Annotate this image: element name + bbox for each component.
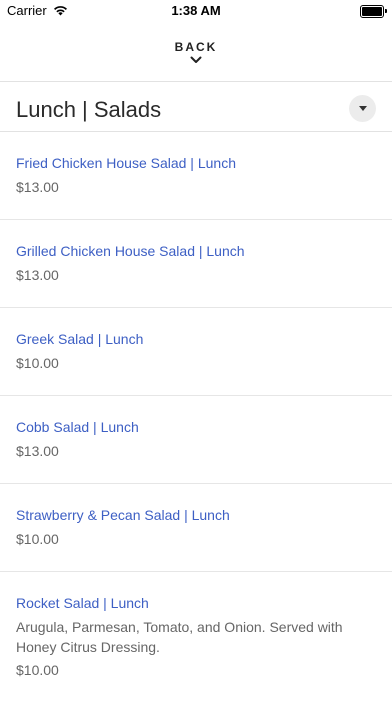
chevron-down-icon — [190, 56, 202, 63]
item-description: Arugula, Parmesan, Tomato, and Onion. Se… — [16, 619, 343, 655]
item-name: Greek Salad | Lunch — [16, 331, 144, 347]
menu-item[interactable]: Greek Salad | Lunch $10.00 — [0, 308, 392, 396]
menu-item[interactable]: Fried Chicken House Salad | Lunch $13.00 — [0, 132, 392, 220]
section-dropdown-button[interactable] — [349, 95, 376, 122]
status-time: 1:38 AM — [171, 3, 221, 18]
menu-list: Fried Chicken House Salad | Lunch $13.00… — [0, 132, 392, 712]
section-header: Lunch | Salads — [16, 90, 376, 130]
back-label: BACK — [174, 40, 218, 54]
menu-item[interactable]: Rocket Salad | Lunch Arugula, Parmesan, … — [0, 572, 392, 712]
section-title: Lunch | Salads — [16, 97, 162, 122]
item-price: $10.00 — [16, 355, 59, 371]
menu-item[interactable]: Grilled Chicken House Salad | Lunch $13.… — [0, 220, 392, 308]
battery-icon — [360, 5, 387, 18]
item-price: $10.00 — [16, 662, 59, 678]
item-price: $13.00 — [16, 267, 59, 283]
item-name: Cobb Salad | Lunch — [16, 419, 139, 435]
item-price: $13.00 — [16, 443, 59, 459]
divider — [0, 81, 392, 82]
status-bar: Carrier 1:38 AM — [0, 0, 392, 22]
menu-item[interactable]: Strawberry & Pecan Salad | Lunch $10.00 — [0, 484, 392, 572]
item-name: Rocket Salad | Lunch — [16, 595, 149, 611]
item-name: Fried Chicken House Salad | Lunch — [16, 155, 236, 171]
item-name: Grilled Chicken House Salad | Lunch — [16, 243, 245, 259]
caret-down-icon — [358, 106, 367, 111]
item-name: Strawberry & Pecan Salad | Lunch — [16, 507, 230, 523]
back-button[interactable]: BACK — [0, 36, 392, 72]
status-right — [360, 5, 387, 18]
item-price: $13.00 — [16, 179, 59, 195]
menu-item[interactable]: Cobb Salad | Lunch $13.00 — [0, 396, 392, 484]
item-price: $10.00 — [16, 531, 59, 547]
